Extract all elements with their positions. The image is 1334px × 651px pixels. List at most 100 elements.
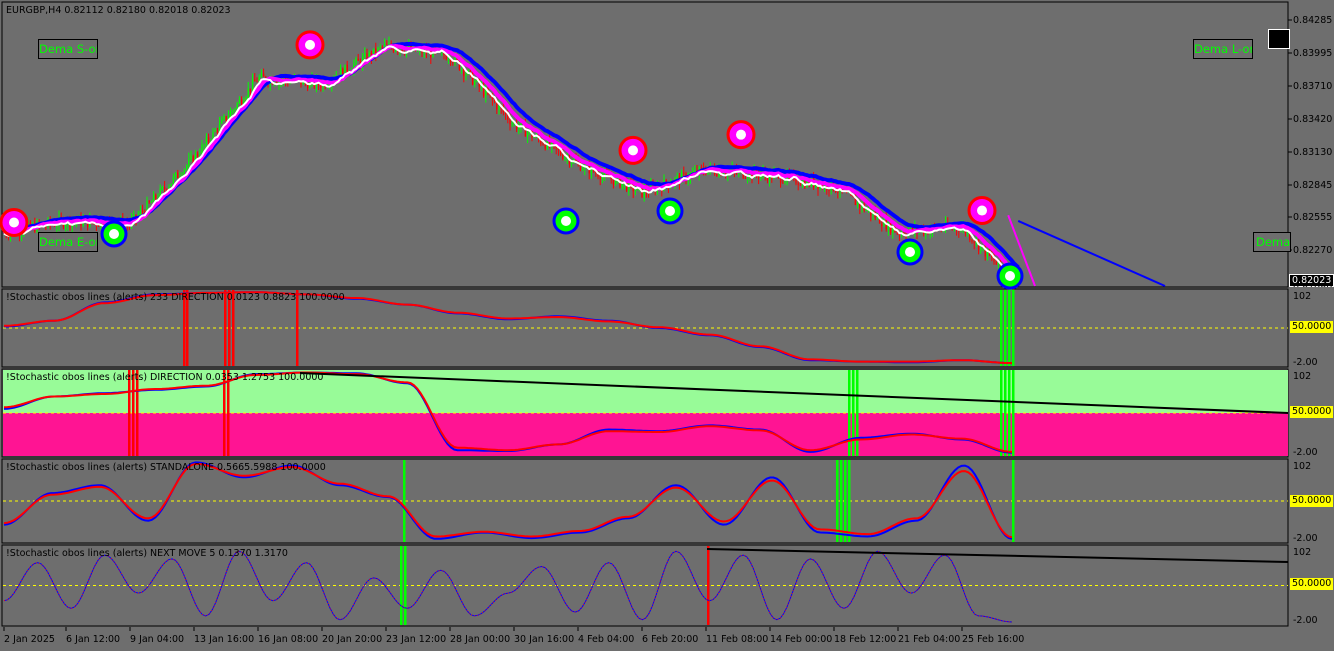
candle-body (469, 70, 472, 72)
candle-body (357, 58, 359, 61)
candle-body (174, 172, 177, 177)
candle-body (621, 183, 623, 188)
candle-body (973, 241, 975, 244)
candle-body (152, 194, 155, 202)
candle-body (238, 99, 241, 104)
ma-white-line (3, 45, 1019, 285)
candle-body (564, 157, 566, 159)
panel4-ymin: -2.00 (1293, 615, 1318, 626)
panel3-ymax: 102 (1293, 461, 1312, 472)
candle-body (170, 183, 172, 187)
dema-l-button[interactable]: Dema L-on (1193, 39, 1253, 59)
candle-body (995, 261, 997, 265)
time-tick-label: 30 Jan 16:00 (514, 634, 574, 645)
ma-magenta-line (3, 43, 1020, 279)
candle-body (581, 168, 584, 171)
sell-signal-dot (9, 217, 19, 228)
signal-bar (844, 460, 847, 542)
candle-body (216, 130, 219, 134)
panel1-ymin: -2.00 (1293, 357, 1318, 368)
candle-body (526, 132, 529, 137)
price-tick-partial: 0.81980 (1293, 283, 1332, 287)
panel2-level-50: 50.0000 (1290, 406, 1334, 418)
candle-body (161, 187, 164, 189)
candle-body (544, 144, 546, 149)
time-tick-label: 9 Jan 04:00 (130, 634, 184, 645)
candle-body (460, 68, 463, 70)
sell-signal-dot (628, 145, 638, 156)
sell-signal-dot (977, 205, 987, 216)
candle-body (612, 179, 615, 185)
candle-body (190, 156, 192, 160)
main-line (3, 550, 1013, 623)
candle-body (865, 209, 868, 211)
candle-body (465, 74, 467, 76)
panel2-ymax: 102 (1293, 371, 1312, 382)
price-tick: 0.82270 (1293, 245, 1333, 256)
candle-body (388, 43, 390, 45)
signal-bar (1004, 290, 1007, 366)
buy-signal-dot (905, 247, 915, 257)
projection-blue-line (1017, 220, 1166, 287)
candle-body (262, 73, 265, 77)
time-tick-label: 11 Feb 08:00 (706, 634, 768, 645)
time-tick-label: 14 Feb 00:00 (770, 634, 832, 645)
candle-body (199, 154, 201, 157)
panel2-title: !Stochastic obos lines (alerts) DIRECTIO… (6, 372, 324, 383)
panel3-title: !Stochastic obos lines (alerts) STANDALO… (6, 462, 326, 473)
time-tick-label: 20 Jan 20:00 (322, 634, 382, 645)
candle-body (797, 183, 799, 185)
dema-e-button[interactable]: Dema E-on (38, 232, 98, 252)
panel3-ymin: -2.00 (1293, 533, 1318, 544)
dema-u-button[interactable]: Dema U (1253, 232, 1291, 252)
candle-body (163, 187, 166, 190)
signal-bar (1012, 370, 1015, 456)
candle-body (172, 176, 175, 184)
trend-line (706, 548, 1289, 563)
candle-body (256, 81, 258, 83)
price-tick: 0.82845 (1293, 180, 1333, 191)
signal-bar (840, 460, 843, 542)
overlay-line (3, 550, 1013, 623)
price-axis (1288, 19, 1292, 251)
signal-bar (1000, 290, 1003, 366)
buy-signal-dot (665, 206, 675, 216)
candle-body (971, 239, 973, 242)
panel1-ymax: 102 (1293, 291, 1312, 302)
time-tick-label: 2 Jan 2025 (4, 634, 55, 645)
candle-body (746, 177, 749, 179)
signal-bar (848, 460, 851, 542)
candle-body (837, 191, 839, 193)
candle-body (346, 64, 348, 73)
signal-bar (1008, 290, 1011, 366)
candle-body (205, 137, 208, 145)
candle-body (232, 110, 234, 112)
candle-body (676, 176, 678, 179)
candle-body (254, 79, 256, 82)
candle-body (379, 47, 381, 49)
candle-body (240, 99, 243, 105)
candle-body (148, 201, 150, 203)
candle-body (471, 71, 474, 85)
candle-body (236, 103, 238, 110)
candle-body (229, 111, 232, 117)
time-tick-label: 6 Feb 20:00 (642, 634, 698, 645)
candle-body (364, 53, 366, 58)
candle-body (249, 88, 252, 92)
signal-bar (404, 546, 407, 625)
candle-body (247, 88, 249, 98)
candle-body (355, 58, 357, 65)
candle-body (203, 144, 205, 146)
panel1-title: !Stochastic obos lines (alerts) 233 DIRE… (6, 292, 345, 303)
time-tick-label: 28 Jan 00:00 (450, 634, 510, 645)
candle-body (498, 105, 500, 110)
price-chart (0, 30, 1166, 292)
candle-body (782, 182, 784, 184)
signal-bar (1012, 460, 1015, 542)
panel2-ymin: -2.00 (1293, 447, 1318, 458)
signal-bar (707, 546, 710, 625)
candle-body (716, 173, 718, 176)
signal-bar (1012, 290, 1015, 366)
signal-bar (1008, 370, 1011, 456)
dema-s-button[interactable]: Dema S-on (38, 39, 98, 59)
